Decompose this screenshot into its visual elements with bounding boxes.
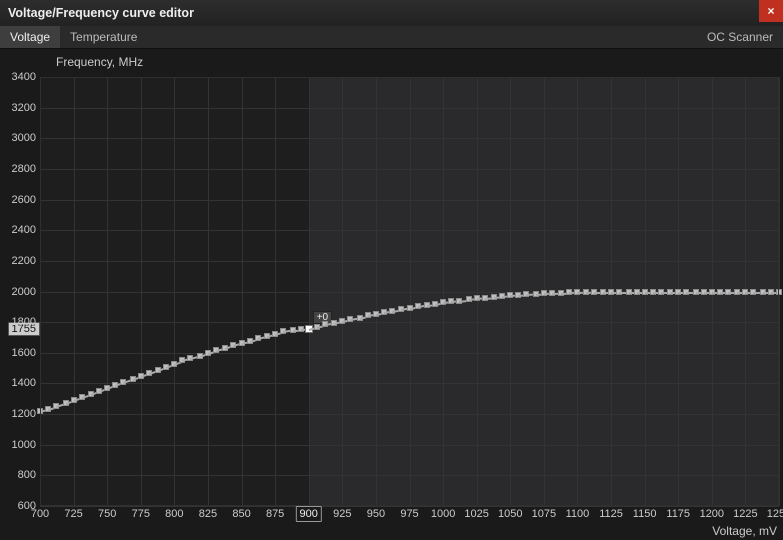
tab-temperature[interactable]: Temperature — [60, 26, 147, 48]
tabbar: Voltage Temperature OC Scanner — [0, 26, 783, 49]
y-tick-label: 1600 — [12, 347, 40, 359]
x-tick-label: 750 — [98, 506, 116, 520]
y-tick-label: 1400 — [12, 377, 40, 389]
x-tick-label: 1250 — [767, 506, 783, 520]
x-tick-label: 1125 — [599, 506, 623, 520]
y-tick-label: 3200 — [12, 102, 40, 114]
y-tick-label: 1000 — [12, 439, 40, 451]
y-axis-title: Frequency, MHz — [56, 55, 143, 69]
x-tick-label: 1100 — [566, 506, 590, 520]
x-tick-label: 900 — [296, 506, 322, 522]
x-tick-label: 775 — [132, 506, 150, 520]
x-tick-label: 725 — [64, 506, 82, 520]
x-tick-label: 850 — [232, 506, 250, 520]
plot-area[interactable]: +0 6008001000120014001600175518002000220… — [40, 77, 779, 506]
y-tick-label: 2400 — [12, 224, 40, 236]
x-tick-label: 1025 — [464, 506, 488, 520]
x-tick-label: 975 — [400, 506, 418, 520]
x-tick-label: 1200 — [700, 506, 724, 520]
tab-oc-scanner[interactable]: OC Scanner — [697, 26, 783, 48]
x-tick-label: 1150 — [633, 506, 657, 520]
x-tick-label: 825 — [199, 506, 217, 520]
y-tick-label: 2600 — [12, 194, 40, 206]
close-button[interactable]: × — [759, 0, 783, 22]
x-tick-label: 1225 — [733, 506, 757, 520]
titlebar[interactable]: Voltage/Frequency curve editor × — [0, 0, 783, 26]
x-tick-label: 1175 — [666, 506, 690, 520]
plot-wrap: Frequency, MHz Voltage, mV +0 6008001000… — [0, 49, 783, 540]
x-tick-label: 875 — [266, 506, 284, 520]
curve-point[interactable] — [776, 289, 782, 295]
y-tick-label: 2200 — [12, 255, 40, 267]
window-title: Voltage/Frequency curve editor — [0, 6, 194, 20]
y-tick-label: 800 — [18, 469, 40, 481]
x-axis-title: Voltage, mV — [712, 524, 777, 538]
app-window: Voltage/Frequency curve editor × Voltage… — [0, 0, 783, 540]
y-tick-label: 3400 — [12, 71, 40, 83]
x-tick-label: 1000 — [431, 506, 455, 520]
y-tick-label: 1800 — [12, 316, 40, 328]
x-tick-label: 1050 — [498, 506, 522, 520]
x-tick-label: 700 — [31, 506, 49, 520]
x-tick-label: 950 — [367, 506, 385, 520]
y-tick-label: 2000 — [12, 286, 40, 298]
y-tick-label: 2800 — [12, 163, 40, 175]
x-tick-label: 800 — [165, 506, 183, 520]
y-tick-label: 1200 — [12, 408, 40, 420]
x-tick-label: 925 — [333, 506, 351, 520]
tab-voltage[interactable]: Voltage — [0, 26, 60, 48]
y-tick-label: 3000 — [12, 132, 40, 144]
x-tick-label: 1075 — [532, 506, 556, 520]
